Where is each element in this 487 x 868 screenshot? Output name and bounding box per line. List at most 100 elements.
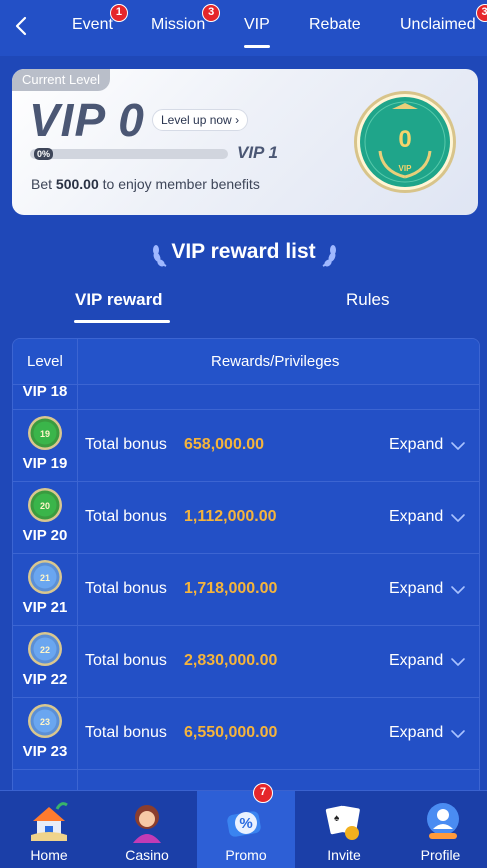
active-tab-indicator <box>74 320 170 323</box>
bet-suffix: to enjoy member benefits <box>102 176 260 192</box>
level-cell: 19 VIP 19 <box>13 410 77 482</box>
level-cell: 20 VIP 20 <box>13 482 77 554</box>
level-progress-text: 0% <box>34 148 54 160</box>
level-name: VIP 23 <box>22 743 68 760</box>
vip-medal-icon: 0 VIP <box>354 91 456 193</box>
medal-number: 0 <box>398 126 411 153</box>
reward-label: Total bonus <box>85 724 167 741</box>
vip-level-badge-icon: 23 <box>28 704 62 738</box>
nav-label: Casino <box>125 847 169 863</box>
reward-label: Total bonus <box>85 508 167 525</box>
reward-label: Total bonus <box>85 436 167 453</box>
chevron-down-icon[interactable] <box>450 726 466 742</box>
reward-list-title: VIP reward list <box>171 240 316 263</box>
tab-label: Rebate <box>309 16 361 33</box>
column-divider <box>77 339 78 797</box>
tab-rebate[interactable]: Rebate <box>309 16 361 34</box>
notification-badge: 3 <box>202 4 221 22</box>
chevron-right-icon: › <box>235 113 240 127</box>
current-vip-title: VIP 0 <box>29 94 145 146</box>
tab-label: Unclaimed <box>400 16 476 33</box>
level-up-label: Level up now <box>161 113 232 127</box>
bottom-nav: Home Casino % 7 Promo ♠ Invite Profile <box>0 783 487 868</box>
level-cell: 18VIP 18 <box>13 385 77 410</box>
table-row[interactable]: 23 VIP 23 Total bonus 6,550,000.00 Expand <box>13 698 479 770</box>
level-cell: 21 VIP 21 <box>13 554 77 626</box>
level-cell: 22 VIP 22 <box>13 626 77 698</box>
expand-button[interactable]: Expand <box>389 436 443 454</box>
badge-number: 21 <box>40 573 50 583</box>
nav-label: Invite <box>327 847 361 863</box>
invite-icon: ♠ <box>325 805 360 840</box>
back-arrow-icon[interactable] <box>10 14 34 38</box>
nav-label: Home <box>30 847 68 863</box>
reward-label: Total bonus <box>85 580 167 597</box>
nav-label: Profile <box>420 847 461 863</box>
tab-vip-reward[interactable]: VIP reward <box>75 290 163 310</box>
notification-badge: 3 <box>475 4 487 22</box>
notification-badge: 1 <box>109 4 128 22</box>
table-row[interactable]: 19 VIP 19 Total bonus 658,000.00 Expand <box>13 410 479 482</box>
tab-vip[interactable]: VIP <box>244 16 270 48</box>
badge-number: 22 <box>40 645 50 655</box>
expand-button[interactable]: Expand <box>389 724 443 742</box>
header-rewards: Rewards/Privileges <box>211 353 340 370</box>
notification-badge: 7 <box>253 783 273 803</box>
vip-level-badge-icon: 22 <box>28 632 62 666</box>
svg-text:♠: ♠ <box>334 813 340 824</box>
expand-button[interactable]: Expand <box>389 652 443 670</box>
badge-number: 20 <box>40 501 50 511</box>
reward-amount: 658,000.00 <box>184 436 265 453</box>
level-up-button[interactable]: Level up now › <box>152 109 249 131</box>
reward-amount: 6,550,000.00 <box>184 724 278 741</box>
tab-unclaimed[interactable]: Unclaimed 3 <box>400 4 487 34</box>
laurel-right-icon <box>322 245 336 267</box>
reward-amount: 2,830,000.00 <box>184 652 278 669</box>
table-row[interactable]: 22 VIP 22 Total bonus 2,830,000.00 Expand <box>13 626 479 698</box>
level-name: VIP 21 <box>22 599 68 616</box>
nav-label: Promo <box>225 847 267 863</box>
tab-event[interactable]: Event 1 <box>72 4 128 34</box>
nav-promo[interactable]: % 7 Promo <box>197 783 295 868</box>
promo-icon: % <box>227 811 261 837</box>
tab-label: Mission <box>151 16 206 33</box>
level-name: VIP 20 <box>22 527 68 544</box>
table-row[interactable]: 20 VIP 20 Total bonus 1,112,000.00 Expand <box>13 482 479 554</box>
table-row[interactable]: 18VIP 18Total bonus385,000.00Expand <box>13 385 479 410</box>
vip-level-badge-icon: 20 <box>28 488 62 522</box>
chevron-down-icon[interactable] <box>450 582 466 598</box>
nav-invite[interactable]: ♠ Invite <box>295 791 393 868</box>
casino-icon <box>133 805 161 843</box>
bet-prefix: Bet <box>31 176 53 192</box>
level-progress-bar: 0% <box>30 148 228 160</box>
reward-label: Total bonus <box>85 652 167 669</box>
chevron-down-icon[interactable] <box>450 438 466 454</box>
current-level-label: Current Level <box>12 69 111 91</box>
level-cell: 23 VIP 23 <box>13 698 77 770</box>
medal-caption: VIP <box>399 164 413 173</box>
table-header: Level Rewards/Privileges <box>13 339 479 385</box>
tab-label: Event <box>72 16 113 33</box>
level-name: VIP 19 <box>22 455 68 472</box>
tab-mission[interactable]: Mission 3 <box>151 4 221 34</box>
reward-amount: 1,112,000.00 <box>184 508 277 525</box>
tab-rules[interactable]: Rules <box>346 290 389 310</box>
nav-home[interactable]: Home <box>0 791 98 868</box>
reward-amount: 1,718,000.00 <box>184 580 278 597</box>
vip-level-badge-icon: 19 <box>28 416 62 450</box>
chevron-down-icon[interactable] <box>450 654 466 670</box>
home-icon <box>31 802 68 841</box>
current-level-card: Current Level VIP 0 Level up now › 0% VI… <box>12 69 478 215</box>
bet-amount: 500.00 <box>55 176 99 192</box>
vip-reward-table[interactable]: Level Rewards/Privileges 18VIP 18Total b… <box>12 338 480 798</box>
level-name: VIP 18 <box>22 385 68 400</box>
table-row[interactable]: 21 VIP 21 Total bonus 1,718,000.00 Expand <box>13 554 479 626</box>
expand-button[interactable]: Expand <box>389 508 443 526</box>
table-body[interactable]: 18VIP 18Total bonus385,000.00Expand 19 VIP… <box>13 385 479 797</box>
badge-number: 19 <box>40 429 50 439</box>
nav-casino[interactable]: Casino <box>98 791 196 868</box>
nav-profile[interactable]: Profile <box>394 791 487 868</box>
bet-requirement: Bet 500.00 to enjoy member benefits <box>31 176 260 192</box>
chevron-down-icon[interactable] <box>450 510 466 526</box>
expand-button[interactable]: Expand <box>389 580 443 598</box>
